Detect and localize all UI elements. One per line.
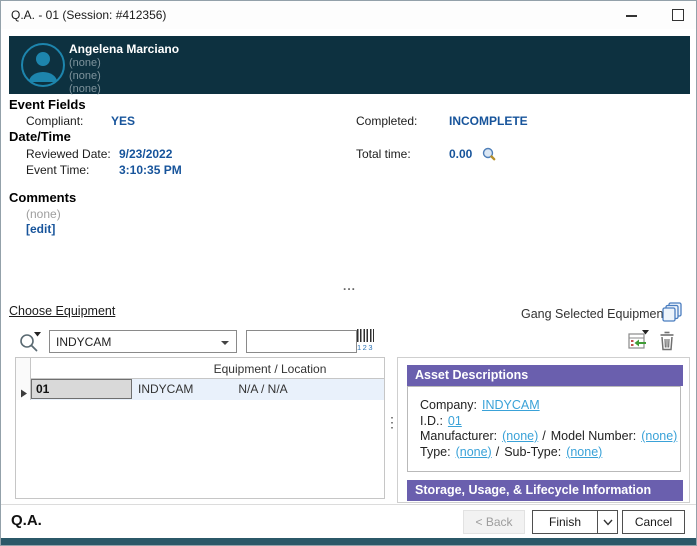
finish-dropdown-button[interactable]	[597, 510, 618, 534]
company-link[interactable]: INDYCAM	[482, 398, 540, 412]
manufacturer-label: Manufacturer:	[420, 429, 497, 443]
compliant-label: Compliant:	[26, 114, 83, 128]
id-link[interactable]: 01	[448, 414, 462, 428]
subtype-link[interactable]: (none)	[566, 445, 602, 459]
manufacturer-link[interactable]: (none)	[502, 429, 538, 443]
model-number-label: Model Number:	[551, 429, 636, 443]
model-number-link[interactable]: (none)	[641, 429, 677, 443]
storage-lifecycle-header[interactable]: Storage, Usage, & Lifecycle Information	[407, 480, 683, 501]
user-detail-line: (none)	[69, 70, 179, 83]
gang-selected-equipment-label: Gang Selected Equipment	[521, 307, 667, 321]
dialog-window: Q.A. - 01 (Session: #412356) Angelena Ma…	[0, 0, 697, 546]
type-link[interactable]: (none)	[456, 445, 492, 459]
date-time-heading: Date/Time	[9, 129, 71, 144]
reviewed-date-value: 9/23/2022	[119, 147, 172, 161]
asset-descriptions-header[interactable]: Asset Descriptions	[407, 365, 683, 386]
search-icon[interactable]	[17, 329, 43, 359]
completed-label: Completed:	[356, 114, 417, 128]
total-time-label: Total time:	[356, 147, 411, 161]
user-banner: Angelena Marciano (none) (none) (none)	[9, 36, 690, 94]
grid-column-header[interactable]: Equipment / Location	[16, 358, 384, 379]
type-label: Type:	[420, 445, 451, 459]
comments-edit-link[interactable]: [edit]	[26, 222, 55, 236]
event-fields-heading: Event Fields	[9, 97, 86, 112]
collapse-splitter-handle[interactable]: ...	[301, 279, 398, 293]
equipment-search-input[interactable]	[246, 330, 357, 353]
barcode-bars-icon	[357, 329, 374, 342]
chevron-down-icon	[221, 341, 229, 345]
minimize-icon	[626, 15, 637, 17]
back-button[interactable]: < Back	[463, 510, 525, 534]
comments-heading: Comments	[9, 190, 76, 205]
current-row-marker-icon	[20, 385, 28, 403]
company-label: Company:	[420, 398, 477, 412]
total-time-value: 0.00	[449, 147, 472, 161]
table-row[interactable]: 01 INDYCAM N/A / N/A	[31, 379, 384, 400]
separator: /	[496, 445, 499, 459]
cancel-button[interactable]: Cancel	[622, 510, 685, 534]
export-grid-icon[interactable]	[627, 329, 651, 355]
completed-value: INCOMPLETE	[449, 114, 528, 128]
subtype-label: Sub-Type:	[504, 445, 561, 459]
page-title: Q.A.	[11, 512, 42, 529]
equipment-grid: Equipment / Location 01 INDYCAM N/A / N/…	[15, 357, 385, 499]
event-time-value: 3:10:35 PM	[119, 163, 182, 177]
window-bottom-edge	[1, 538, 696, 545]
user-detail-line: (none)	[69, 57, 179, 70]
asset-region: Asset Descriptions Company: INDYCAM I.D.:…	[397, 357, 690, 503]
minimize-button[interactable]	[615, 1, 649, 29]
comments-value: (none)	[26, 207, 61, 221]
delete-trash-icon[interactable]	[659, 331, 675, 356]
maximize-icon	[672, 9, 684, 21]
reviewed-date-label: Reviewed Date:	[26, 147, 111, 161]
gang-equipment-icon[interactable]	[662, 302, 683, 328]
separator: /	[542, 429, 545, 443]
event-time-label: Event Time:	[26, 163, 89, 177]
compliant-value: YES	[111, 114, 135, 128]
row-id-cell[interactable]: 01	[31, 379, 132, 399]
row-equipment-cell: INDYCAM	[138, 382, 193, 396]
footer-divider	[1, 504, 696, 505]
equipment-filter-value: INDYCAM	[56, 335, 111, 349]
equipment-filter-dropdown[interactable]: INDYCAM	[49, 330, 237, 353]
choose-equipment-link[interactable]: Choose Equipment	[9, 304, 115, 318]
window-title: Q.A. - 01 (Session: #412356)	[11, 8, 166, 22]
asset-descriptions-body: Company: INDYCAM I.D.: 01 Manufacturer: (no…	[407, 386, 681, 472]
grid-header-label: Equipment / Location	[150, 362, 390, 376]
avatar	[20, 42, 66, 93]
chevron-down-icon	[603, 519, 613, 526]
user-detail-line: (none)	[69, 83, 179, 96]
finish-button[interactable]: Finish	[532, 510, 598, 534]
barcode-digits: 123	[357, 343, 375, 352]
user-name: Angelena Marciano	[69, 42, 179, 57]
maximize-button[interactable]	[661, 1, 695, 29]
total-time-lookup-icon[interactable]	[482, 147, 496, 166]
id-label: I.D.:	[420, 414, 443, 428]
barcode-scan-icon[interactable]: 123	[357, 329, 375, 353]
row-location-cell: N/A / N/A	[217, 382, 309, 396]
title-bar: Q.A. - 01 (Session: #412356)	[1, 1, 696, 29]
